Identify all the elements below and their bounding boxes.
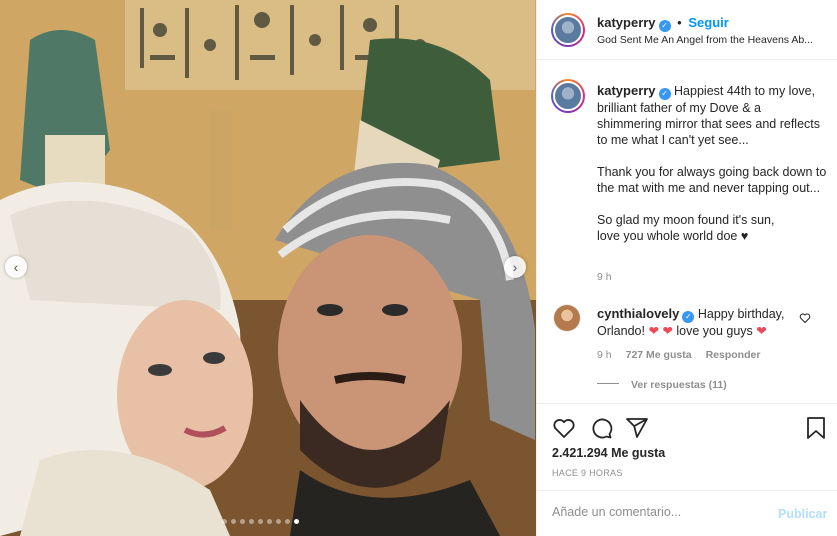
follow-button[interactable]: Seguir <box>688 15 728 30</box>
comment-input[interactable] <box>552 505 762 519</box>
comment-icon[interactable] <box>589 416 613 440</box>
commenter-username[interactable]: cynthialovely <box>597 306 679 321</box>
carousel-dot <box>267 519 272 524</box>
separator-dot: • <box>677 15 682 30</box>
post-audio-title[interactable]: God Sent Me An Angel from the Heavens Ab… <box>597 34 813 46</box>
caption-author-avatar[interactable] <box>551 79 585 113</box>
comment: cynthialovely ✓ Happy birthday, Orlando! … <box>597 306 797 339</box>
photo-scene <box>0 0 536 536</box>
verified-icon: ✓ <box>658 88 671 100</box>
chevron-right-icon: › <box>512 259 518 275</box>
carousel-indicator <box>222 519 299 524</box>
carousel-dot <box>258 519 263 524</box>
post-actions: 2.421.294 Me gusta HACE 9 HORAS <box>537 403 837 497</box>
carousel-dot <box>222 519 227 524</box>
carousel-dot-active <box>294 519 299 524</box>
view-replies-label: Ver respuestas (11) <box>631 379 727 391</box>
caption-time: 9 h <box>597 271 612 283</box>
comment-emoji: ❤ <box>756 324 767 338</box>
replies-line <box>597 383 619 384</box>
likes-count[interactable]: 2.421.294 Me gusta <box>552 446 665 460</box>
verified-icon: ✓ <box>658 20 671 32</box>
comment-emoji: ❤ ❤ <box>648 324 673 338</box>
carousel-dot <box>249 519 254 524</box>
caption-paragraph: Thank you for always going back down to … <box>597 165 827 195</box>
view-replies-button[interactable]: Ver respuestas (11) <box>597 379 727 391</box>
comments-scroll-area[interactable]: katyperry ✓ Happiest 44th to my love, bri… <box>537 61 837 403</box>
commenter-avatar[interactable] <box>553 304 581 332</box>
carousel-dot <box>240 519 245 524</box>
carousel-dot <box>276 519 281 524</box>
caption: katyperry ✓ Happiest 44th to my love, bri… <box>597 83 827 244</box>
caption-author-username[interactable]: katyperry <box>597 83 656 98</box>
carousel-dot <box>231 519 236 524</box>
heart-icon[interactable] <box>552 416 576 440</box>
add-comment-bar: Publicar <box>537 490 837 536</box>
carousel-prev-button[interactable]: ‹ <box>5 256 27 278</box>
verified-icon: ✓ <box>682 311 695 323</box>
author-username[interactable]: katyperry <box>597 15 656 30</box>
bookmark-icon[interactable] <box>805 416 827 440</box>
comment-text: love you guys <box>676 324 753 338</box>
caption-paragraph: love you whole world doe ♥ <box>597 229 749 243</box>
comment-meta: 9 h 727 Me gusta Responder <box>597 349 774 361</box>
caption-paragraph: So glad my moon found it's sun, <box>597 213 775 227</box>
comment-likes[interactable]: 727 Me gusta <box>626 349 692 361</box>
author-avatar[interactable] <box>551 13 585 47</box>
publish-button[interactable]: Publicar <box>778 507 827 521</box>
carousel-dot <box>285 519 290 524</box>
chevron-left-icon: ‹ <box>13 259 19 275</box>
post-header: katyperry ✓ • Seguir God Sent Me An Angel… <box>537 0 837 60</box>
comment-like-heart-icon[interactable] <box>799 312 811 324</box>
post-side-panel: katyperry ✓ • Seguir God Sent Me An Angel… <box>536 0 837 536</box>
post-timestamp[interactable]: HACE 9 HORAS <box>552 468 623 478</box>
comment-time: 9 h <box>597 349 612 361</box>
comment-reply-button[interactable]: Responder <box>706 349 761 361</box>
carousel-next-button[interactable]: › <box>504 256 526 278</box>
share-icon[interactable] <box>625 416 649 440</box>
post-photo[interactable]: ‹ › <box>0 0 536 536</box>
